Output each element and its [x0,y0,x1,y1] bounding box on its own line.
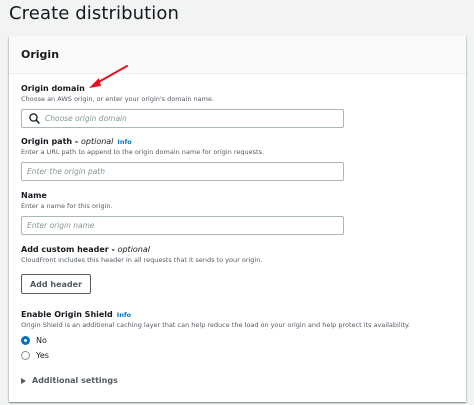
custom-header-optional: optional [117,245,150,254]
origin-shield-field: Enable Origin Shield Info Origin Shield i… [21,310,410,360]
origin-name-description: Enter a name for this origin. [21,202,113,210]
origin-shield-label: Enable Origin Shield Info [21,310,410,319]
origin-name-field: Name Enter a name for this origin. [21,191,344,235]
radio-yes[interactable] [21,350,30,360]
custom-header-description: CloudFront includes this header in all r… [21,256,263,264]
origin-path-field: Origin path - optional Info Enter a URL p… [21,137,344,181]
caret-right-icon [21,377,26,384]
radio-no-label: No [36,335,47,345]
origin-shield-description: Origin Shield is an additional caching l… [21,321,410,329]
section-title: Origin [21,48,60,61]
radio-no[interactable] [21,335,30,345]
origin-domain-label: Origin domain [21,84,85,93]
origin-path-optional: optional [80,137,114,146]
radio-yes-label: Yes [36,350,49,360]
origin-path-input-box[interactable] [21,162,344,181]
additional-settings-expander[interactable]: Additional settings [21,376,118,385]
origin-name-input[interactable] [22,221,343,230]
origin-domain-combobox[interactable] [21,109,344,128]
origin-domain-input[interactable] [43,114,343,123]
panel-header: Origin [9,36,466,74]
origin-path-input[interactable] [22,167,343,176]
origin-domain-field: Origin domain Choose an AWS origin, or e… [21,84,344,128]
origin-path-description: Enter a URL path to append to the origin… [21,148,265,156]
add-header-button[interactable]: Add header [21,274,91,294]
custom-header-label: Add custom header - optional [21,245,262,254]
origin-path-info-link[interactable]: Info [117,138,131,146]
origin-panel: Origin Origin domain Choose an AWS origi… [9,36,466,402]
origin-path-label: Origin path - optional Info [21,137,344,146]
origin-path-label-text: Origin path - [21,137,81,146]
search-icon [29,112,40,124]
origin-shield-label-text: Enable Origin Shield [21,310,113,319]
page-title: Create distribution [9,3,180,24]
origin-domain-description: Choose an AWS origin, or enter your orig… [21,95,215,103]
additional-settings-label: Additional settings [32,376,118,385]
custom-header-label-text: Add custom header - [21,245,118,254]
additional-settings-toggle[interactable]: Additional settings [21,376,118,385]
origin-name-input-box[interactable] [21,216,344,235]
origin-name-label: Name [21,191,47,200]
origin-shield-option-no[interactable]: No [21,335,410,345]
custom-header-field: Add custom header - optional CloudFront … [21,245,262,294]
origin-shield-option-yes[interactable]: Yes [21,350,410,360]
origin-shield-info-link[interactable]: Info [117,311,131,319]
